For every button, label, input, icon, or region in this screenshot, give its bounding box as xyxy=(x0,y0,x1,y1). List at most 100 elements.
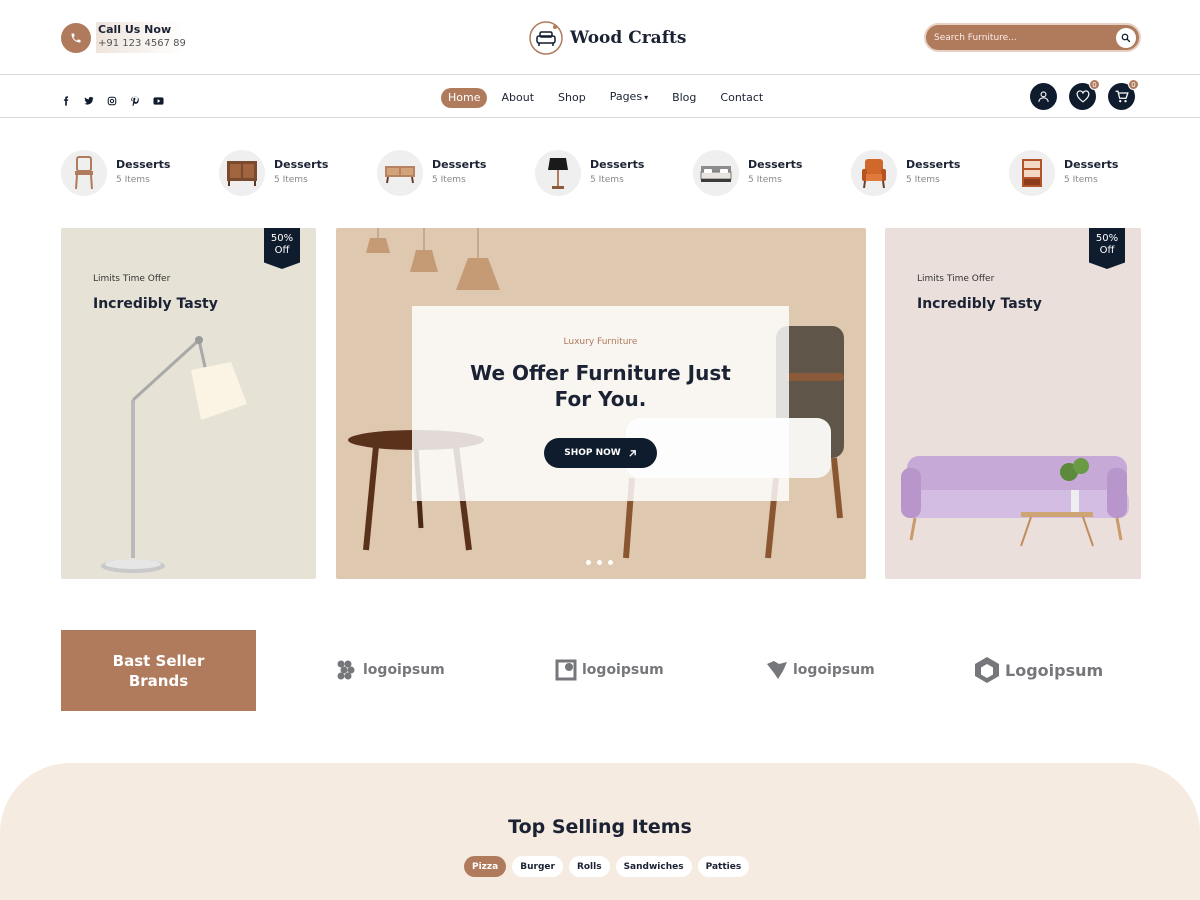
cart-count-badge: 0 xyxy=(1128,79,1139,90)
nav-pages-label: Pages xyxy=(609,90,643,103)
top-selling-section: Top Selling Items Pizza Burger Rolls San… xyxy=(0,763,1200,900)
sofa-image xyxy=(901,456,1129,547)
brand-logo-text: Logoipsum xyxy=(1005,660,1104,680)
category-item[interactable]: Desserts 5 Items xyxy=(61,150,170,196)
armchair-icon xyxy=(851,150,897,196)
social-links xyxy=(61,91,164,107)
tv-stand-icon xyxy=(377,150,423,196)
brand-logo-icon xyxy=(767,661,787,679)
best-seller-brands-box: Bast Seller Brands xyxy=(61,630,256,711)
shop-now-button[interactable]: SHOP NOW xyxy=(544,438,657,468)
nav-about[interactable]: About xyxy=(491,88,544,108)
category-item[interactable]: Desserts 5 Items xyxy=(1009,150,1118,196)
call-title: Call Us Now xyxy=(98,23,172,36)
category-title: Desserts xyxy=(1064,158,1119,171)
wishlist-button[interactable]: 0 xyxy=(1069,79,1100,110)
search-button[interactable] xyxy=(1116,28,1136,48)
hero-subtitle: Luxury Furniture xyxy=(563,337,638,347)
category-item[interactable]: Desserts 5 Items xyxy=(219,150,328,196)
category-strip: Desserts 5 Items Desserts 5 Items Desser… xyxy=(61,150,1161,198)
brand-logo[interactable]: logoipsum xyxy=(555,655,664,685)
promo-card-left[interactable]: 50% Off Limits Time Offer Incredibly Tas… xyxy=(61,228,316,579)
tab-patties[interactable]: Patties xyxy=(697,856,750,877)
category-title: Desserts xyxy=(748,158,803,171)
category-title: Desserts xyxy=(116,158,171,171)
cabinet-icon xyxy=(219,150,265,196)
category-count: 5 Items xyxy=(906,175,940,185)
brand-logo-icon xyxy=(337,660,355,680)
carousel-dot[interactable] xyxy=(586,560,591,565)
bookshelf-icon xyxy=(1009,150,1055,196)
main-menu: Home About Shop Pages ▾ Blog Contact xyxy=(441,87,777,108)
arrow-up-right-icon xyxy=(629,449,636,457)
floor-lamp-image xyxy=(101,336,247,573)
brand-logo-text: logoipsum xyxy=(363,662,445,678)
category-item[interactable]: Desserts 5 Items xyxy=(377,150,486,196)
cart-button[interactable]: 0 xyxy=(1108,79,1139,110)
brand-logo-text: logoipsum xyxy=(582,662,664,678)
nav-pages[interactable]: Pages ▾ xyxy=(600,87,658,108)
nav-contact[interactable]: Contact xyxy=(710,88,773,108)
brand-logo-icon xyxy=(975,657,999,683)
brand-logo-icon xyxy=(555,659,577,681)
carousel-dot[interactable] xyxy=(608,560,613,565)
brands-title: Bast Seller Brands xyxy=(112,651,205,690)
site-logo[interactable]: Wood Crafts xyxy=(528,20,686,56)
call-us-widget[interactable]: Call Us Now +91 123 4567 89 xyxy=(61,22,194,53)
category-count: 5 Items xyxy=(1064,175,1098,185)
search-bar xyxy=(924,23,1141,52)
filter-tabs: Pizza Burger Rolls Sandwiches Patties xyxy=(464,856,750,877)
carousel-dot[interactable] xyxy=(597,560,602,565)
category-item[interactable]: Desserts 5 Items xyxy=(851,150,960,196)
logo-text: Wood Crafts xyxy=(570,28,687,48)
tab-pizza[interactable]: Pizza xyxy=(464,856,507,877)
chevron-down-icon: ▾ xyxy=(644,93,649,102)
shop-now-label: SHOP NOW xyxy=(564,448,621,458)
instagram-icon[interactable] xyxy=(107,91,117,106)
nav-home[interactable]: Home xyxy=(441,87,488,108)
twitter-icon[interactable] xyxy=(84,91,94,105)
lamp-icon xyxy=(535,150,581,196)
category-count: 5 Items xyxy=(274,175,308,185)
brand-logo[interactable]: logoipsum xyxy=(336,655,445,685)
nav-bar: Home About Shop Pages ▾ Blog Contact 0 0 xyxy=(0,76,1200,118)
nav-shop[interactable]: Shop xyxy=(548,88,596,108)
cart-icon xyxy=(1115,90,1129,103)
header-actions: 0 0 xyxy=(1030,79,1139,110)
pinterest-icon[interactable] xyxy=(130,91,140,107)
category-title: Desserts xyxy=(906,158,961,171)
search-icon xyxy=(1121,33,1131,43)
youtube-icon[interactable] xyxy=(153,91,164,105)
category-title: Desserts xyxy=(432,158,487,171)
heart-icon xyxy=(1076,90,1089,103)
tab-rolls[interactable]: Rolls xyxy=(568,856,610,877)
call-number[interactable]: +91 123 4567 89 xyxy=(98,37,186,51)
bed-icon xyxy=(693,150,739,196)
sofa-logo-icon xyxy=(529,21,563,55)
category-count: 5 Items xyxy=(432,175,466,185)
category-count: 5 Items xyxy=(748,175,782,185)
brand-logo[interactable]: Logoipsum xyxy=(974,655,1103,685)
tab-burger[interactable]: Burger xyxy=(512,856,563,877)
wishlist-count-badge: 0 xyxy=(1089,79,1100,90)
category-title: Desserts xyxy=(590,158,645,171)
category-count: 5 Items xyxy=(590,175,624,185)
phone-icon xyxy=(61,22,91,53)
category-item[interactable]: Desserts 5 Items xyxy=(693,150,802,196)
search-input[interactable] xyxy=(934,31,1094,45)
hero-banner: Luxury Furniture We Offer Furniture Just… xyxy=(336,228,866,579)
tab-sandwiches[interactable]: Sandwiches xyxy=(615,856,692,877)
category-item[interactable]: Desserts 5 Items xyxy=(535,150,644,196)
nav-blog[interactable]: Blog xyxy=(662,88,706,108)
account-button[interactable] xyxy=(1030,83,1057,110)
hero-card: Luxury Furniture We Offer Furniture Just… xyxy=(412,306,789,501)
user-icon xyxy=(1038,91,1049,102)
brand-logo[interactable]: logoipsum xyxy=(766,655,875,685)
section-title: Top Selling Items xyxy=(508,816,692,838)
promo-card-right[interactable]: 50% Off Limits Time Offer Incredibly Tas… xyxy=(885,228,1141,579)
chair-icon xyxy=(61,150,107,196)
facebook-icon[interactable] xyxy=(61,91,71,106)
category-count: 5 Items xyxy=(116,175,150,185)
category-title: Desserts xyxy=(274,158,329,171)
carousel-dots xyxy=(586,560,613,565)
